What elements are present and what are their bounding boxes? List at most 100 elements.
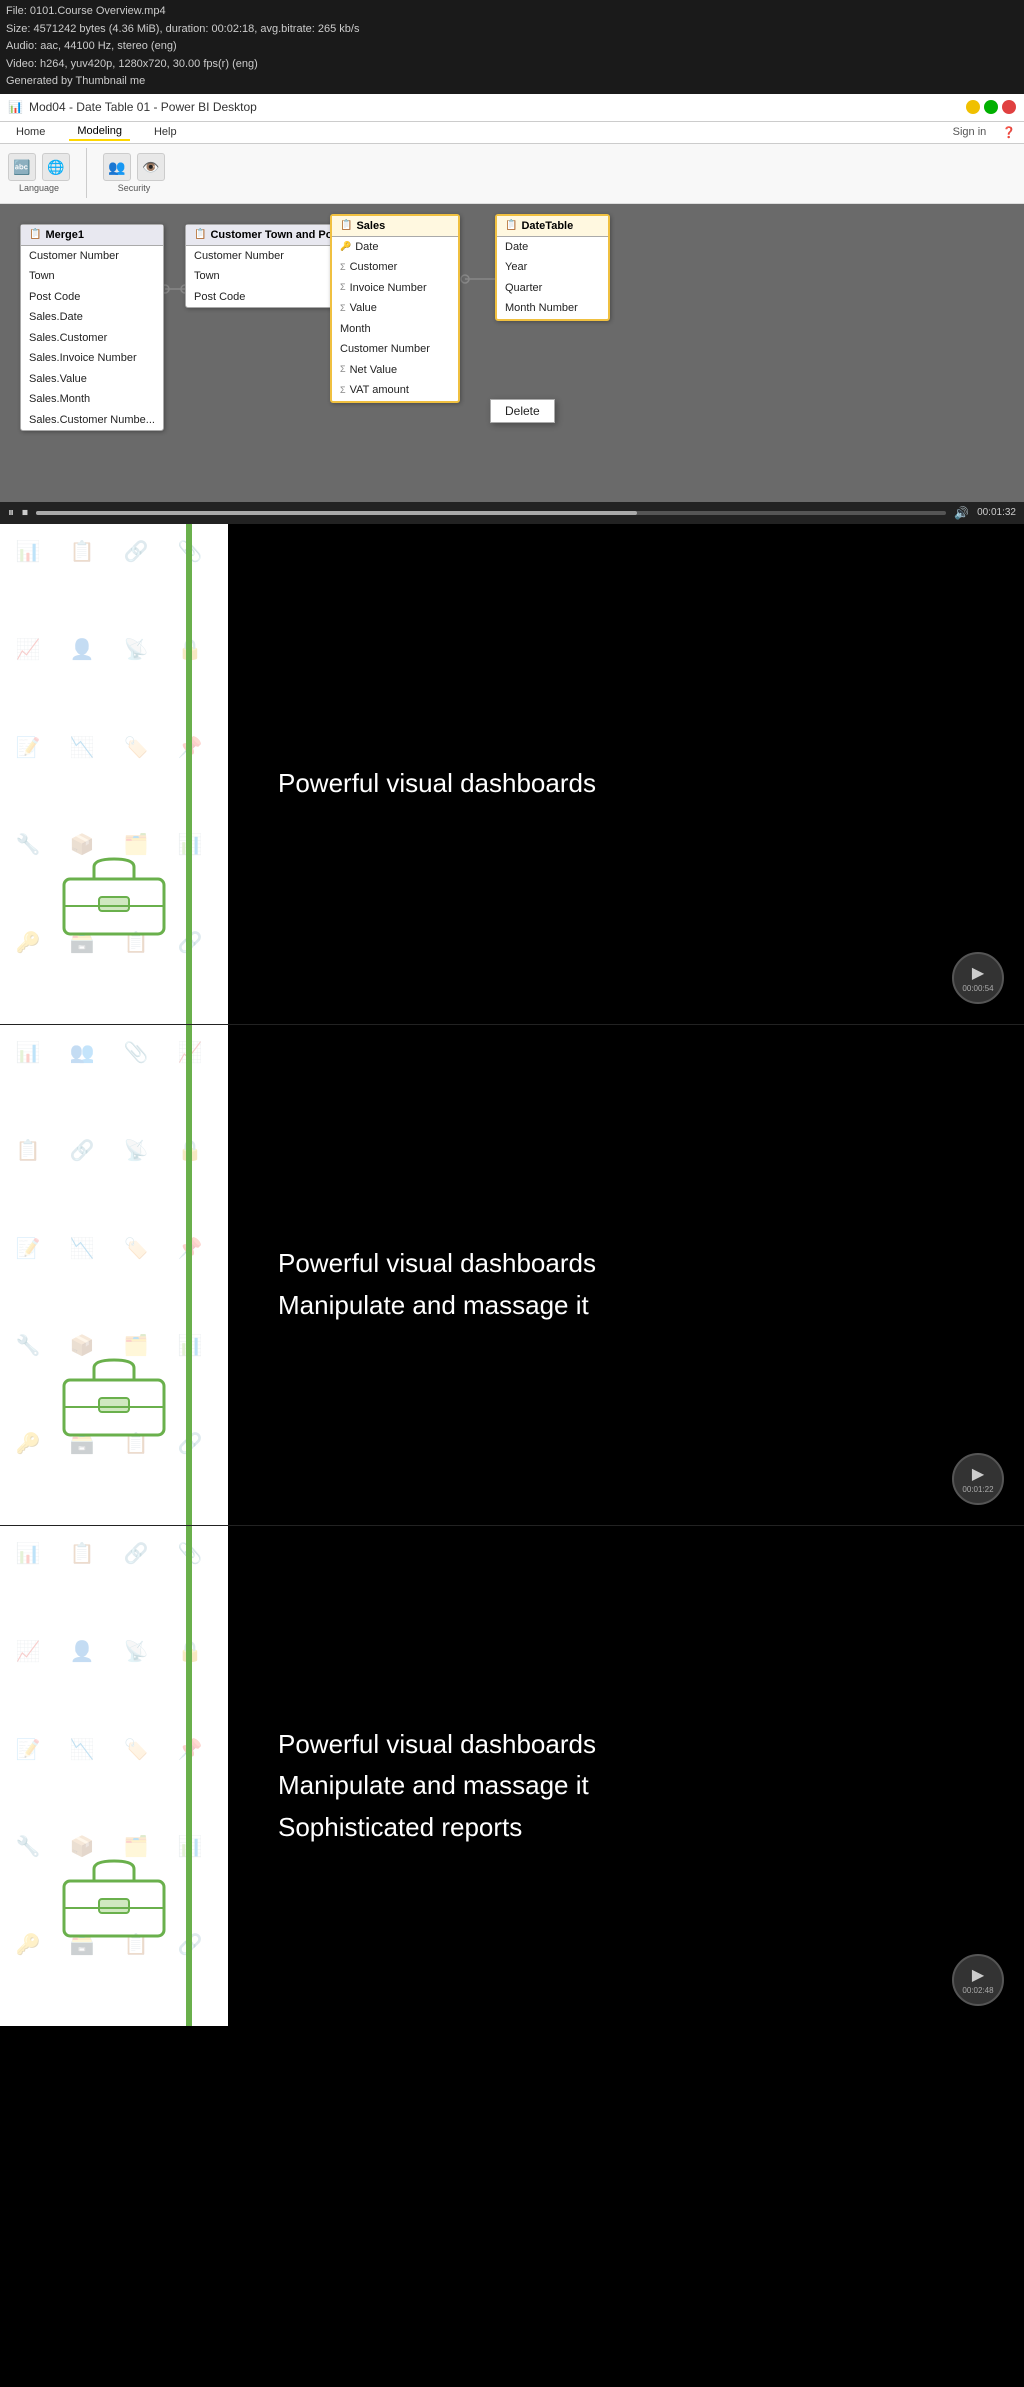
titlebar-controls[interactable] [966, 100, 1016, 114]
bg-icon: 🔧 [8, 1326, 48, 1366]
file-info-bar: File: 0101.Course Overview.mp4 Size: 457… [0, 0, 1024, 94]
table-datetable-icon: 📋 [505, 220, 517, 231]
briefcase-illustration-1 [54, 849, 174, 944]
bg-icon: 🏷️ [116, 1729, 156, 1769]
bg-icon: 📉 [62, 1228, 102, 1268]
vat-row-icon: Σ [340, 384, 346, 398]
sales-row-invoicenumber: ΣInvoice Number [332, 278, 458, 299]
sales-row-customernumber: Customer Number [332, 339, 458, 360]
language-tool[interactable]: 🌐 [42, 153, 70, 181]
section-panel-2: 📊 👥 📎 📈 📋 🔗 📡 🔒 📝 📉 🏷️ 📌 🔧 📦 🗂️ 📊 🔑 🗃️ [0, 1025, 1024, 1525]
content-panel-3: Powerful visual dashboards Manipulate an… [228, 1526, 1024, 2026]
sales-row-netvalue: ΣNet Value [332, 360, 458, 381]
icon-bg-2: 📊 👥 📎 📈 📋 🔗 📡 🔒 📝 📉 🏷️ 📌 🔧 📦 🗂️ 📊 🔑 🗃️ [0, 1025, 228, 1525]
synonyms-tool[interactable]: 🔤 [8, 153, 36, 181]
tab-help[interactable]: Help [146, 124, 185, 140]
ribbon-tabs: Home Modeling Help Sign in ❓ [0, 122, 1024, 144]
bg-icon: 📊 [8, 1033, 48, 1073]
merge1-row-salescustomernumber: Sales.Customer Numbe... [21, 410, 163, 431]
sales-row-vatamount: ΣVAT amount [332, 380, 458, 401]
merge1-row-salesinvoice: Sales.Invoice Number [21, 348, 163, 369]
table-merge1-icon: 📋 [29, 229, 41, 240]
progress-bar-fill [36, 511, 637, 515]
tab-home[interactable]: Home [8, 124, 53, 140]
bg-icon: 📡 [116, 1632, 156, 1672]
table-customer-town-header: 📋 Customer Town and Po... [186, 225, 350, 246]
progress-bar[interactable] [36, 511, 946, 515]
thumbnail-time-3: 00:02:48 [962, 1986, 993, 1995]
table-merge1-header: 📋 Merge1 [21, 225, 163, 246]
signin-link[interactable]: Sign in [953, 126, 987, 138]
icon-panel-2: 📊 👥 📎 📈 📋 🔗 📡 🔒 📝 📉 🏷️ 📌 🔧 📦 🗂️ 📊 🔑 🗃️ [0, 1025, 228, 1525]
bg-icon: 📉 [62, 727, 102, 767]
table-datetable[interactable]: 📋 DateTable Date Year Quarter Month Numb… [495, 214, 610, 321]
context-menu[interactable]: Delete [490, 399, 555, 423]
file-info-line1: File: 0101.Course Overview.mp4 [6, 3, 1018, 21]
view-as-roles-tool[interactable]: 👁️ [137, 153, 165, 181]
section2-text2: Manipulate and massage it [278, 1285, 984, 1327]
video-controls[interactable]: ⏸ ⏹ 🔊 00:01:32 [0, 502, 1024, 524]
bg-icon: 📉 [62, 1729, 102, 1769]
play-arrow-icon-1: ▶ [972, 963, 984, 983]
help-icon[interactable]: ❓ [1002, 126, 1016, 139]
customer-row-icon: Σ [340, 261, 346, 275]
tool-group-language: 🔤 🌐 Language [8, 153, 70, 193]
file-info-line5: Generated by Thumbnail me [6, 73, 1018, 91]
sales-row-month: Month [332, 319, 458, 340]
file-info-line3: Audio: aac, 44100 Hz, stereo (eng) [6, 38, 1018, 56]
manage-roles-tool[interactable]: 👥 [103, 153, 131, 181]
close-button[interactable] [1002, 100, 1016, 114]
maximize-button[interactable] [984, 100, 998, 114]
table-sales-header: 📋 Sales [332, 216, 458, 237]
app-icon: 📊 [8, 100, 23, 114]
dt-row-year: Year [497, 257, 608, 278]
table-merge1[interactable]: 📋 Merge1 Customer Number Town Post Code … [20, 224, 164, 432]
bg-icon: 🔑 [8, 1924, 48, 1964]
bg-icon: 📝 [8, 727, 48, 767]
briefcase-svg-3 [54, 1851, 174, 1941]
bg-icon: 🔗 [62, 1131, 102, 1171]
language-group-label: Language [19, 183, 59, 193]
play-arrow-icon-3: ▶ [972, 1965, 984, 1985]
table-merge1-title: Merge1 [45, 229, 84, 241]
context-menu-delete[interactable]: Delete [491, 400, 554, 422]
ct-row-postcode: Post Code [186, 287, 350, 308]
content-panel-1: Powerful visual dashboards ▶ 00:00:54 [228, 524, 1024, 1024]
time-display: 00:01:32 [977, 507, 1016, 518]
table-datetable-header: 📋 DateTable [497, 216, 608, 237]
ribbon-tools: 🔤 🌐 Language 👥 👁️ Security [0, 144, 1024, 204]
thumbnail-time-2: 00:01:22 [962, 1485, 993, 1494]
canvas-area[interactable]: 📋 Merge1 Customer Number Town Post Code … [0, 204, 1024, 502]
dt-row-quarter: Quarter [497, 278, 608, 299]
bg-icon: 📈 [8, 630, 48, 670]
table-customer-town[interactable]: 📋 Customer Town and Po... Customer Numbe… [185, 224, 351, 309]
section1-text1: Powerful visual dashboards [278, 763, 984, 805]
sales-row-value: ΣValue [332, 298, 458, 319]
green-bar-2 [186, 1025, 192, 1525]
briefcase-svg-2 [54, 1350, 174, 1440]
play-button[interactable]: ⏸ [8, 505, 14, 520]
merge1-row-salesvalue: Sales.Value [21, 369, 163, 390]
volume-button[interactable]: 🔊 [954, 506, 969, 520]
table-customer-town-title: Customer Town and Po... [210, 229, 341, 241]
bg-icon: 🔑 [8, 922, 48, 962]
table-sales[interactable]: 📋 Sales 🔑Date ΣCustomer ΣInvoice Number … [330, 214, 460, 403]
value-row-icon: Σ [340, 302, 346, 316]
thumbnail-button-1[interactable]: ▶ 00:00:54 [952, 952, 1004, 1004]
thumbnail-button-2[interactable]: ▶ 00:01:22 [952, 1453, 1004, 1505]
tab-modeling[interactable]: Modeling [69, 123, 130, 141]
bg-icon: 🔧 [8, 825, 48, 865]
bg-icon: 📝 [8, 1228, 48, 1268]
thumbnail-button-3[interactable]: ▶ 00:02:48 [952, 1954, 1004, 2006]
titlebar-left: 📊 Mod04 - Date Table 01 - Power BI Deskt… [8, 100, 257, 114]
tool-icon-row-security: 👥 👁️ [103, 153, 165, 181]
bg-icon: 📎 [116, 1033, 156, 1073]
tool-icon-row: 🔤 🌐 [8, 153, 70, 181]
section3-text2: Manipulate and massage it [278, 1765, 984, 1807]
stop-button[interactable]: ⏹ [22, 505, 28, 520]
icon-bg-3: 📊 📋 🔗 📎 📈 👤 📡 🔒 📝 📉 🏷️ 📌 🔧 📦 🗂️ 📊 🔑 🗃️ [0, 1526, 228, 2026]
bg-icon: 📋 [62, 532, 102, 572]
bg-icon: 📡 [116, 630, 156, 670]
video-player: 📊 Mod04 - Date Table 01 - Power BI Deskt… [0, 94, 1024, 524]
minimize-button[interactable] [966, 100, 980, 114]
